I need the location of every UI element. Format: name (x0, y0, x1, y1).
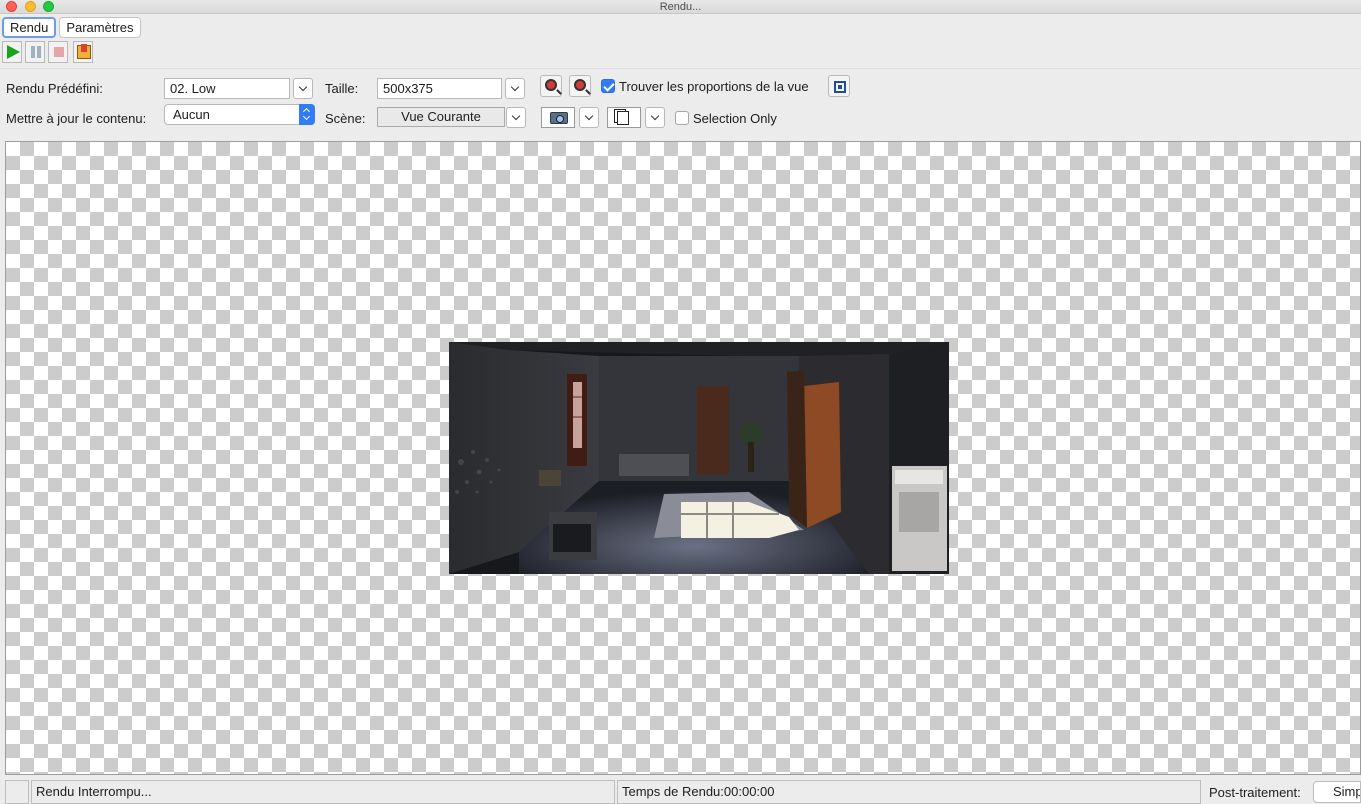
update-content-select[interactable]: Aucun (164, 104, 315, 125)
tab-rendu[interactable]: Rendu (2, 17, 57, 38)
zoom-in-button[interactable] (540, 75, 562, 97)
size-label: Taille: (325, 81, 359, 96)
update-content-value: Aucun (173, 107, 210, 122)
window-title: Rendu... (659, 1, 702, 13)
render-window: Rendu... Rendu Paramètres Rendu Prédéfin… (0, 0, 1361, 804)
render-toolbar (2, 41, 93, 65)
status-message: Rendu Interrompu... (31, 780, 615, 804)
play-icon (7, 45, 20, 59)
toolbar-divider (0, 68, 1361, 69)
pause-button[interactable] (25, 41, 45, 63)
rendered-room-scene (449, 342, 949, 574)
camera-dropdown-button[interactable] (579, 107, 599, 128)
render-viewport[interactable] (5, 141, 1361, 775)
preset-field[interactable]: 02. Low (164, 78, 290, 99)
stop-icon (54, 47, 64, 57)
copy-dropdown-button[interactable] (645, 107, 665, 128)
fit-view-icon (834, 81, 846, 93)
zoom-out-icon (574, 79, 586, 91)
scene-field[interactable]: Vue Courante (377, 107, 505, 127)
size-dropdown-button[interactable] (505, 78, 525, 99)
select-stepper-icon (299, 104, 315, 125)
status-indicator (5, 780, 29, 804)
camera-button[interactable] (541, 107, 575, 128)
post-processing-label: Post-traitement: (1209, 785, 1301, 800)
export-image-icon (77, 44, 91, 59)
stop-button[interactable] (48, 41, 68, 63)
rendered-image (449, 342, 949, 574)
status-bar: Rendu Interrompu... Temps de Rendu:00:00… (0, 778, 1361, 804)
camera-icon (550, 112, 568, 124)
scene-dropdown-button[interactable] (506, 107, 526, 128)
title-bar: Rendu... (0, 0, 1361, 14)
selection-only-label[interactable]: Selection Only (693, 111, 777, 127)
export-image-button[interactable] (73, 41, 93, 63)
scene-label: Scène: (325, 111, 366, 126)
pause-icon (31, 46, 35, 58)
fit-proportions-checkbox[interactable] (601, 79, 615, 93)
update-content-label: Mettre à jour le contenu: (6, 111, 147, 126)
fit-proportions-label[interactable]: Trouver les proportions de la vue (619, 79, 809, 95)
preset-label: Rendu Prédéfini: (6, 81, 103, 96)
preset-dropdown-button[interactable] (293, 78, 313, 99)
zoom-out-button[interactable] (569, 75, 591, 97)
tab-bar: Rendu Paramètres (2, 17, 141, 38)
post-processing-select[interactable]: Simp (1313, 781, 1361, 803)
copy-button[interactable] (607, 107, 641, 128)
copy-icon (617, 111, 629, 125)
fit-view-button[interactable] (828, 75, 850, 97)
tab-parametres[interactable]: Paramètres (59, 17, 141, 38)
play-button[interactable] (2, 41, 22, 63)
render-time: Temps de Rendu:00:00:00 (617, 780, 1201, 804)
selection-only-checkbox[interactable] (675, 111, 689, 125)
zoom-in-icon (545, 79, 557, 91)
size-field[interactable]: 500x375 (377, 78, 502, 99)
